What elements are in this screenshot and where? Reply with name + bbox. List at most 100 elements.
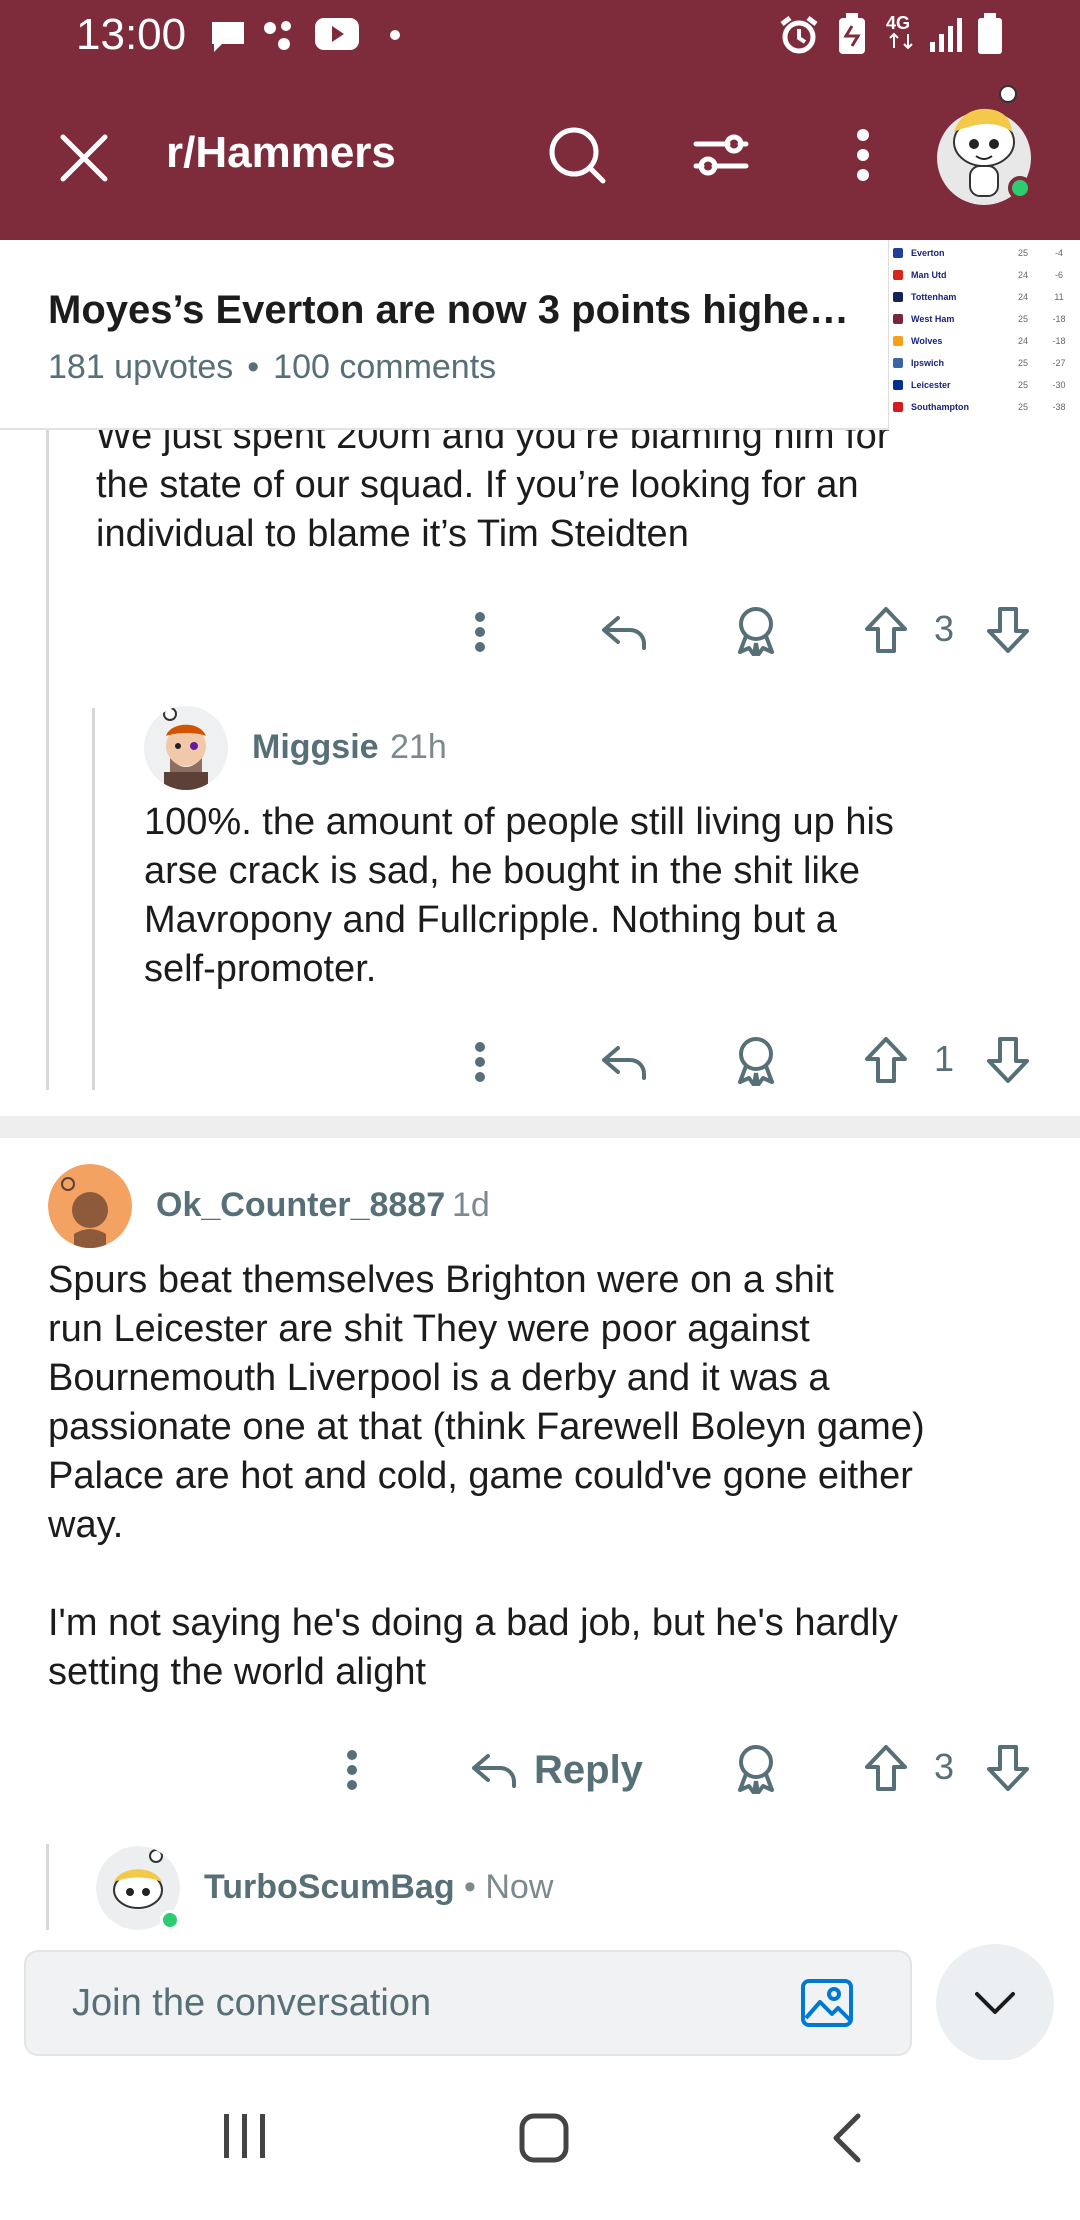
team-crest <box>893 380 903 390</box>
team-name: Southampton <box>911 402 969 412</box>
comment-time: • Now <box>464 1868 554 1906</box>
goal-diff: 11 <box>1054 292 1064 302</box>
team-crest <box>893 402 903 412</box>
team-name: Everton <box>911 248 945 258</box>
collapse-button[interactable] <box>936 1944 1054 2062</box>
award-icon <box>732 604 780 656</box>
battery-icon <box>976 12 1004 56</box>
dots-icon <box>262 18 302 54</box>
team-crest <box>893 358 903 368</box>
comment-author[interactable]: TurboScumBag <box>204 1868 455 1907</box>
post-title[interactable]: Moyes’s Everton are now 3 points highe… <box>48 288 868 333</box>
reply-label: Reply <box>534 1747 643 1792</box>
more-options-button[interactable] <box>840 122 886 188</box>
award-icon <box>732 1742 780 1794</box>
award-button[interactable] <box>728 600 784 660</box>
thumbnail-row: Ipswich 25 -27 <box>893 352 1077 374</box>
comment-count: 100 comments <box>273 348 497 386</box>
award-button[interactable] <box>728 1030 784 1090</box>
home-button[interactable] <box>518 2112 570 2164</box>
thumbnail-row: West Ham 25 -18 <box>893 308 1077 330</box>
comment-author[interactable]: Ok_Counter_8887 <box>156 1186 445 1225</box>
thread-line <box>46 430 49 1090</box>
dot-icon <box>388 28 402 42</box>
signal-icon <box>928 14 968 54</box>
comment-body: We just spent 200m and you’re blaming hi… <box>96 430 890 555</box>
subreddit-name[interactable]: r/Hammers <box>166 128 396 178</box>
team-crest <box>893 270 903 280</box>
played: 25 <box>1017 248 1028 258</box>
post-thumbnail[interactable]: Everton 25 -4 Man Utd 24 -6 Tottenham 24 11 We… <box>888 240 1080 430</box>
avatar[interactable] <box>48 1164 132 1248</box>
team-name: Leicester <box>911 380 951 390</box>
post-summary-bar[interactable]: Moyes’s Everton are now 3 points highe… … <box>0 240 1080 430</box>
recent-apps-button[interactable] <box>222 2112 268 2160</box>
goal-diff: -6 <box>1054 270 1063 280</box>
chevron-down-icon <box>973 1990 1017 2016</box>
comment-author[interactable]: Miggsie <box>252 728 379 767</box>
reply-button[interactable] <box>596 604 652 660</box>
network-label: 4G <box>886 13 911 33</box>
vote-count: 3 <box>934 608 955 649</box>
thumbnail-row: Everton 25 -4 <box>893 242 1077 264</box>
app-bar: r/Hammers <box>0 70 1080 240</box>
goal-diff: -30 <box>1052 380 1066 390</box>
close-button[interactable] <box>54 128 114 188</box>
system-navigation-bar <box>0 2060 1080 2220</box>
status-bar: 13:00 4G <box>0 0 1080 70</box>
comment-more-button[interactable] <box>462 604 498 660</box>
reply-button[interactable] <box>596 1034 652 1090</box>
more-icon <box>856 128 870 182</box>
goal-diff: -38 <box>1052 402 1066 412</box>
more-icon <box>346 1749 358 1791</box>
add-image-button[interactable] <box>800 1978 854 2028</box>
filter-button[interactable] <box>688 122 754 188</box>
search-button[interactable] <box>544 122 610 188</box>
comment-list: We just spent 200m and you’re blaming hi… <box>0 430 1080 1930</box>
upvote-button[interactable] <box>858 600 914 660</box>
image-icon <box>800 1978 854 2028</box>
played: 25 <box>1017 380 1028 390</box>
upvote-button[interactable] <box>858 1030 914 1090</box>
alarm-icon <box>778 14 820 56</box>
more-icon <box>474 611 486 653</box>
upvote-button[interactable] <box>858 1738 914 1798</box>
back-icon <box>830 2112 864 2164</box>
played: 24 <box>1017 336 1028 346</box>
upvote-count: 181 upvotes <box>48 348 234 386</box>
thumbnail-row: Man Utd 24 -6 <box>893 264 1077 286</box>
comment-more-button[interactable] <box>334 1742 370 1798</box>
upvote-icon <box>863 1035 909 1085</box>
comment-more-button[interactable] <box>462 1034 498 1090</box>
thread-line <box>92 708 95 1090</box>
downvote-icon <box>985 605 1031 655</box>
team-name: Ipswich <box>911 358 945 368</box>
downvote-icon <box>985 1035 1031 1085</box>
back-button[interactable] <box>830 2112 864 2164</box>
comment-time: 1d <box>452 1186 490 1224</box>
thread-divider <box>0 1116 1080 1138</box>
reply-icon <box>470 1750 518 1790</box>
meta-separator: • <box>247 348 260 386</box>
goal-diff: -18 <box>1052 336 1066 346</box>
played: 24 <box>1017 270 1028 280</box>
downvote-button[interactable] <box>980 1030 1036 1090</box>
downvote-button[interactable] <box>980 600 1036 660</box>
team-crest <box>893 314 903 324</box>
team-name: Man Utd <box>911 270 947 280</box>
thumbnail-row: Leicester 25 -30 <box>893 374 1077 396</box>
downvote-button[interactable] <box>980 1738 1036 1798</box>
join-conversation-input[interactable] <box>24 1950 912 2056</box>
goal-diff: -27 <box>1052 358 1066 368</box>
avatar[interactable] <box>144 706 228 790</box>
team-name: West Ham <box>911 314 955 324</box>
reply-button[interactable]: Reply <box>470 1742 654 1798</box>
team-crest <box>893 336 903 346</box>
vote-count: 1 <box>934 1038 955 1079</box>
team-name: Tottenham <box>911 292 957 302</box>
thumbnail-row: Southampton 25 -38 <box>893 396 1077 418</box>
played: 25 <box>1017 402 1028 412</box>
team-crest <box>893 248 903 258</box>
award-button[interactable] <box>728 1738 784 1798</box>
award-icon <box>732 1034 780 1086</box>
